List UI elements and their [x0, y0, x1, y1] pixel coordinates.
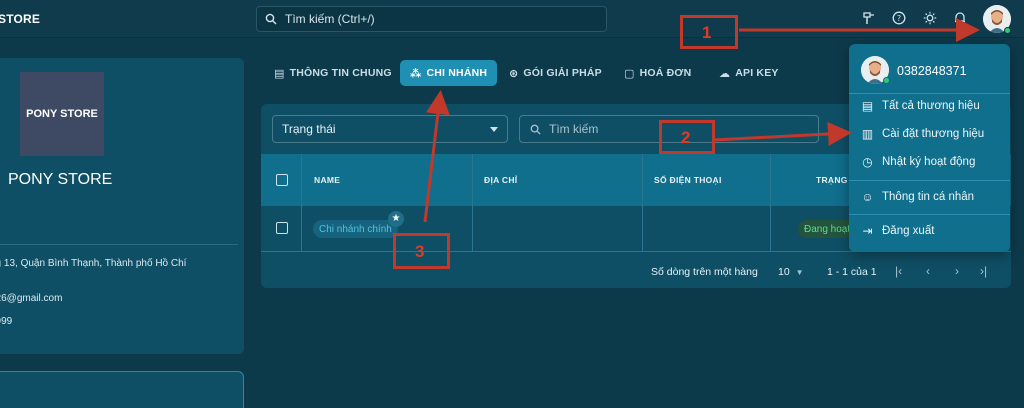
history-icon: ◷	[862, 155, 873, 169]
cloud-icon: ☁	[719, 67, 731, 80]
column-header-phone[interactable]: SỐ ĐIỆN THOẠI	[654, 175, 722, 185]
menu-item-activity-log[interactable]: ◷ Nhật ký hoạt động	[861, 153, 975, 171]
tab-general-info[interactable]: ▤ THÔNG TIN CHUNG	[274, 60, 392, 86]
status-badge: Đang hoạt	[798, 220, 857, 238]
tab-label: GÓI GIẢI PHÁP	[523, 67, 602, 79]
menu-item-label: Nhật ký hoạt động	[882, 156, 976, 168]
menu-item-label: Cài đặt thương hiệu	[882, 128, 985, 140]
online-status-dot	[883, 77, 890, 84]
menu-divider	[849, 93, 1010, 94]
help-icon[interactable]: ?	[891, 11, 907, 27]
store-logo: PONY STORE	[20, 72, 104, 156]
search-icon	[265, 13, 277, 25]
menu-item-logout[interactable]: ⇥ Đăng xuất	[861, 222, 934, 240]
top-bar: STORE Tìm kiếm (Ctrl+/) ?	[0, 0, 1024, 38]
column-header-name[interactable]: NAME	[314, 175, 340, 185]
tab-label: THÔNG TIN CHUNG	[289, 67, 392, 79]
store-email: 626@gmail.com	[0, 293, 63, 304]
menu-item-label: Thông tin cá nhân	[882, 191, 975, 203]
annotation-label-1: 1	[702, 23, 712, 42]
secondary-card	[0, 371, 244, 408]
chevron-down-icon: ▼	[795, 268, 804, 277]
menu-divider	[849, 214, 1010, 215]
annotation-box-3: 3	[393, 233, 450, 269]
tab-branches[interactable]: ⁂ CHI NHÁNH	[400, 60, 498, 86]
tab-label: HOÁ ĐƠN	[639, 67, 692, 79]
brand-name: STORE	[0, 12, 41, 26]
annotation-box-2: 2	[659, 120, 715, 154]
first-page-icon[interactable]: |‹	[895, 264, 902, 278]
store-icon: ▤	[861, 99, 874, 113]
store-phone: 9999	[0, 316, 13, 327]
logout-icon: ⇥	[862, 224, 873, 238]
tab-invoices[interactable]: ▢ HOÁ ĐƠN	[624, 60, 691, 86]
row-checkbox[interactable]	[276, 222, 288, 234]
menu-item-brand-settings[interactable]: ▥ Cài đặt thương hiệu	[861, 125, 984, 143]
chevron-down-icon	[490, 127, 498, 132]
tab-api-key[interactable]: ☁ API KEY	[719, 60, 779, 86]
rows-per-page-select[interactable]: 10 ▼	[778, 266, 804, 278]
divider	[0, 244, 238, 245]
store-name: PONY STORE	[8, 171, 113, 188]
pagination-range: 1 - 1 của 1	[827, 266, 877, 278]
search-placeholder: Tìm kiếm	[549, 122, 599, 136]
store-icon: ▤	[274, 67, 285, 80]
theme-icon[interactable]	[922, 11, 938, 27]
rows-per-page-value: 10	[778, 266, 790, 278]
online-status-dot	[1004, 27, 1011, 34]
global-search-input[interactable]: Tìm kiếm (Ctrl+/)	[256, 6, 607, 32]
annotation-label-2: 2	[681, 128, 691, 147]
store-settings-icon: ▥	[861, 127, 874, 141]
search-icon	[530, 124, 541, 135]
previous-page-icon[interactable]: ‹	[926, 264, 930, 278]
invoice-icon: ▢	[624, 67, 635, 80]
store-profile-card: PONY STORE PONY STORE ng 13, Quận Bình T…	[0, 58, 244, 354]
menu-item-label: Đăng xuất	[882, 225, 935, 237]
menu-item-profile[interactable]: ☺ Thông tin cá nhân	[861, 188, 974, 206]
status-filter-select[interactable]: Trạng thái	[272, 115, 508, 143]
svg-text:?: ?	[897, 14, 901, 23]
star-icon: ★	[388, 211, 404, 227]
column-header-status[interactable]: TRẠNG	[816, 175, 848, 185]
tools-icon[interactable]	[861, 11, 877, 27]
menu-item-label: Tất cả thương hiệu	[882, 100, 980, 112]
annotation-label-3: 3	[415, 242, 425, 261]
branch-icon: ⁂	[410, 67, 422, 80]
tab-label: CHI NHÁNH	[426, 67, 488, 79]
menu-user-phone: 0382848371	[897, 64, 967, 78]
branch-name-chip[interactable]: Chi nhánh chính	[313, 220, 398, 238]
next-page-icon[interactable]: ›	[955, 264, 959, 278]
menu-item-all-brands[interactable]: ▤ Tất cả thương hiệu	[861, 97, 980, 115]
select-all-checkbox[interactable]	[276, 174, 288, 186]
tab-label: API KEY	[735, 67, 779, 79]
rows-per-page-label: Số dòng trên một hàng	[651, 266, 758, 278]
status-filter-label: Trạng thái	[282, 122, 336, 136]
user-icon: ☺	[861, 190, 874, 204]
user-dropdown-menu: 0382848371 ▤ Tất cả thương hiệu ▥ Cài đặ…	[849, 44, 1010, 252]
tab-solution-package[interactable]: ⊛ GÓI GIẢI PHÁP	[509, 60, 602, 86]
bell-icon[interactable]	[952, 11, 968, 27]
store-address: ng 13, Quận Bình Thạnh, Thành phố Hồ Chí	[0, 258, 187, 269]
column-header-address[interactable]: ĐỊA CHỈ	[484, 175, 517, 185]
package-icon: ⊛	[509, 67, 519, 80]
last-page-icon[interactable]: ›|	[980, 264, 987, 278]
menu-divider	[849, 180, 1010, 181]
search-placeholder: Tìm kiếm (Ctrl+/)	[285, 12, 375, 26]
annotation-box-1: 1	[680, 15, 738, 49]
